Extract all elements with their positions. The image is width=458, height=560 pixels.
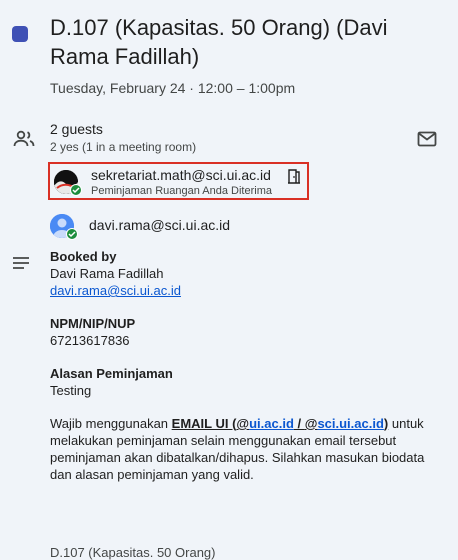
reason-label: Alasan Peminjaman xyxy=(50,366,173,381)
reason-value: Testing xyxy=(50,383,92,398)
meeting-room-icon xyxy=(288,169,300,189)
guest-email: davi.rama@sci.ui.ac.id xyxy=(89,217,231,233)
ui-domain-link[interactable]: ui.ac.id xyxy=(249,416,294,431)
booked-by-name: Davi Rama Fadillah xyxy=(50,266,164,281)
notice-text: Wajib menggunakan EMAIL UI (@ui.ac.id / … xyxy=(50,416,425,482)
npm-label: NPM/NIP/NUP xyxy=(50,316,136,331)
guests-summary: 2 yes (1 in a meeting room) xyxy=(50,140,197,154)
guest-item[interactable]: sekretariat.math@sci.ui.ac.id Peminjaman… xyxy=(48,162,309,200)
accepted-check-icon xyxy=(66,228,78,240)
description-icon xyxy=(12,256,30,275)
booked-by-email-link[interactable]: davi.rama@sci.ui.ac.id xyxy=(50,283,181,298)
email-guests-icon[interactable] xyxy=(417,131,437,152)
booked-by-label: Booked by xyxy=(50,249,117,264)
guest-email: sekretariat.math@sci.ui.ac.id xyxy=(91,167,271,183)
guests-count: 2 guests xyxy=(50,121,103,137)
npm-value: 67213617836 xyxy=(50,333,130,348)
description-footer: D.107 (Kapasitas. 50 Orang) xyxy=(50,545,216,560)
event-color-swatch xyxy=(12,26,28,42)
guest-response-note: Peminjaman Ruangan Anda Diterima xyxy=(91,185,272,197)
event-title: D.107 (Kapasitas. 50 Orang) (Davi Rama F… xyxy=(50,15,388,69)
people-icon xyxy=(13,130,35,153)
accepted-check-icon xyxy=(70,184,82,196)
event-datetime: Tuesday, February 24 · 12:00 – 1:00pm xyxy=(50,80,296,96)
guest-item[interactable]: davi.rama@sci.ui.ac.id xyxy=(48,212,348,250)
sci-domain-link[interactable]: sci.ui.ac.id xyxy=(317,416,383,431)
event-description: Booked by Davi Rama Fadillah davi.rama@s… xyxy=(50,248,445,483)
